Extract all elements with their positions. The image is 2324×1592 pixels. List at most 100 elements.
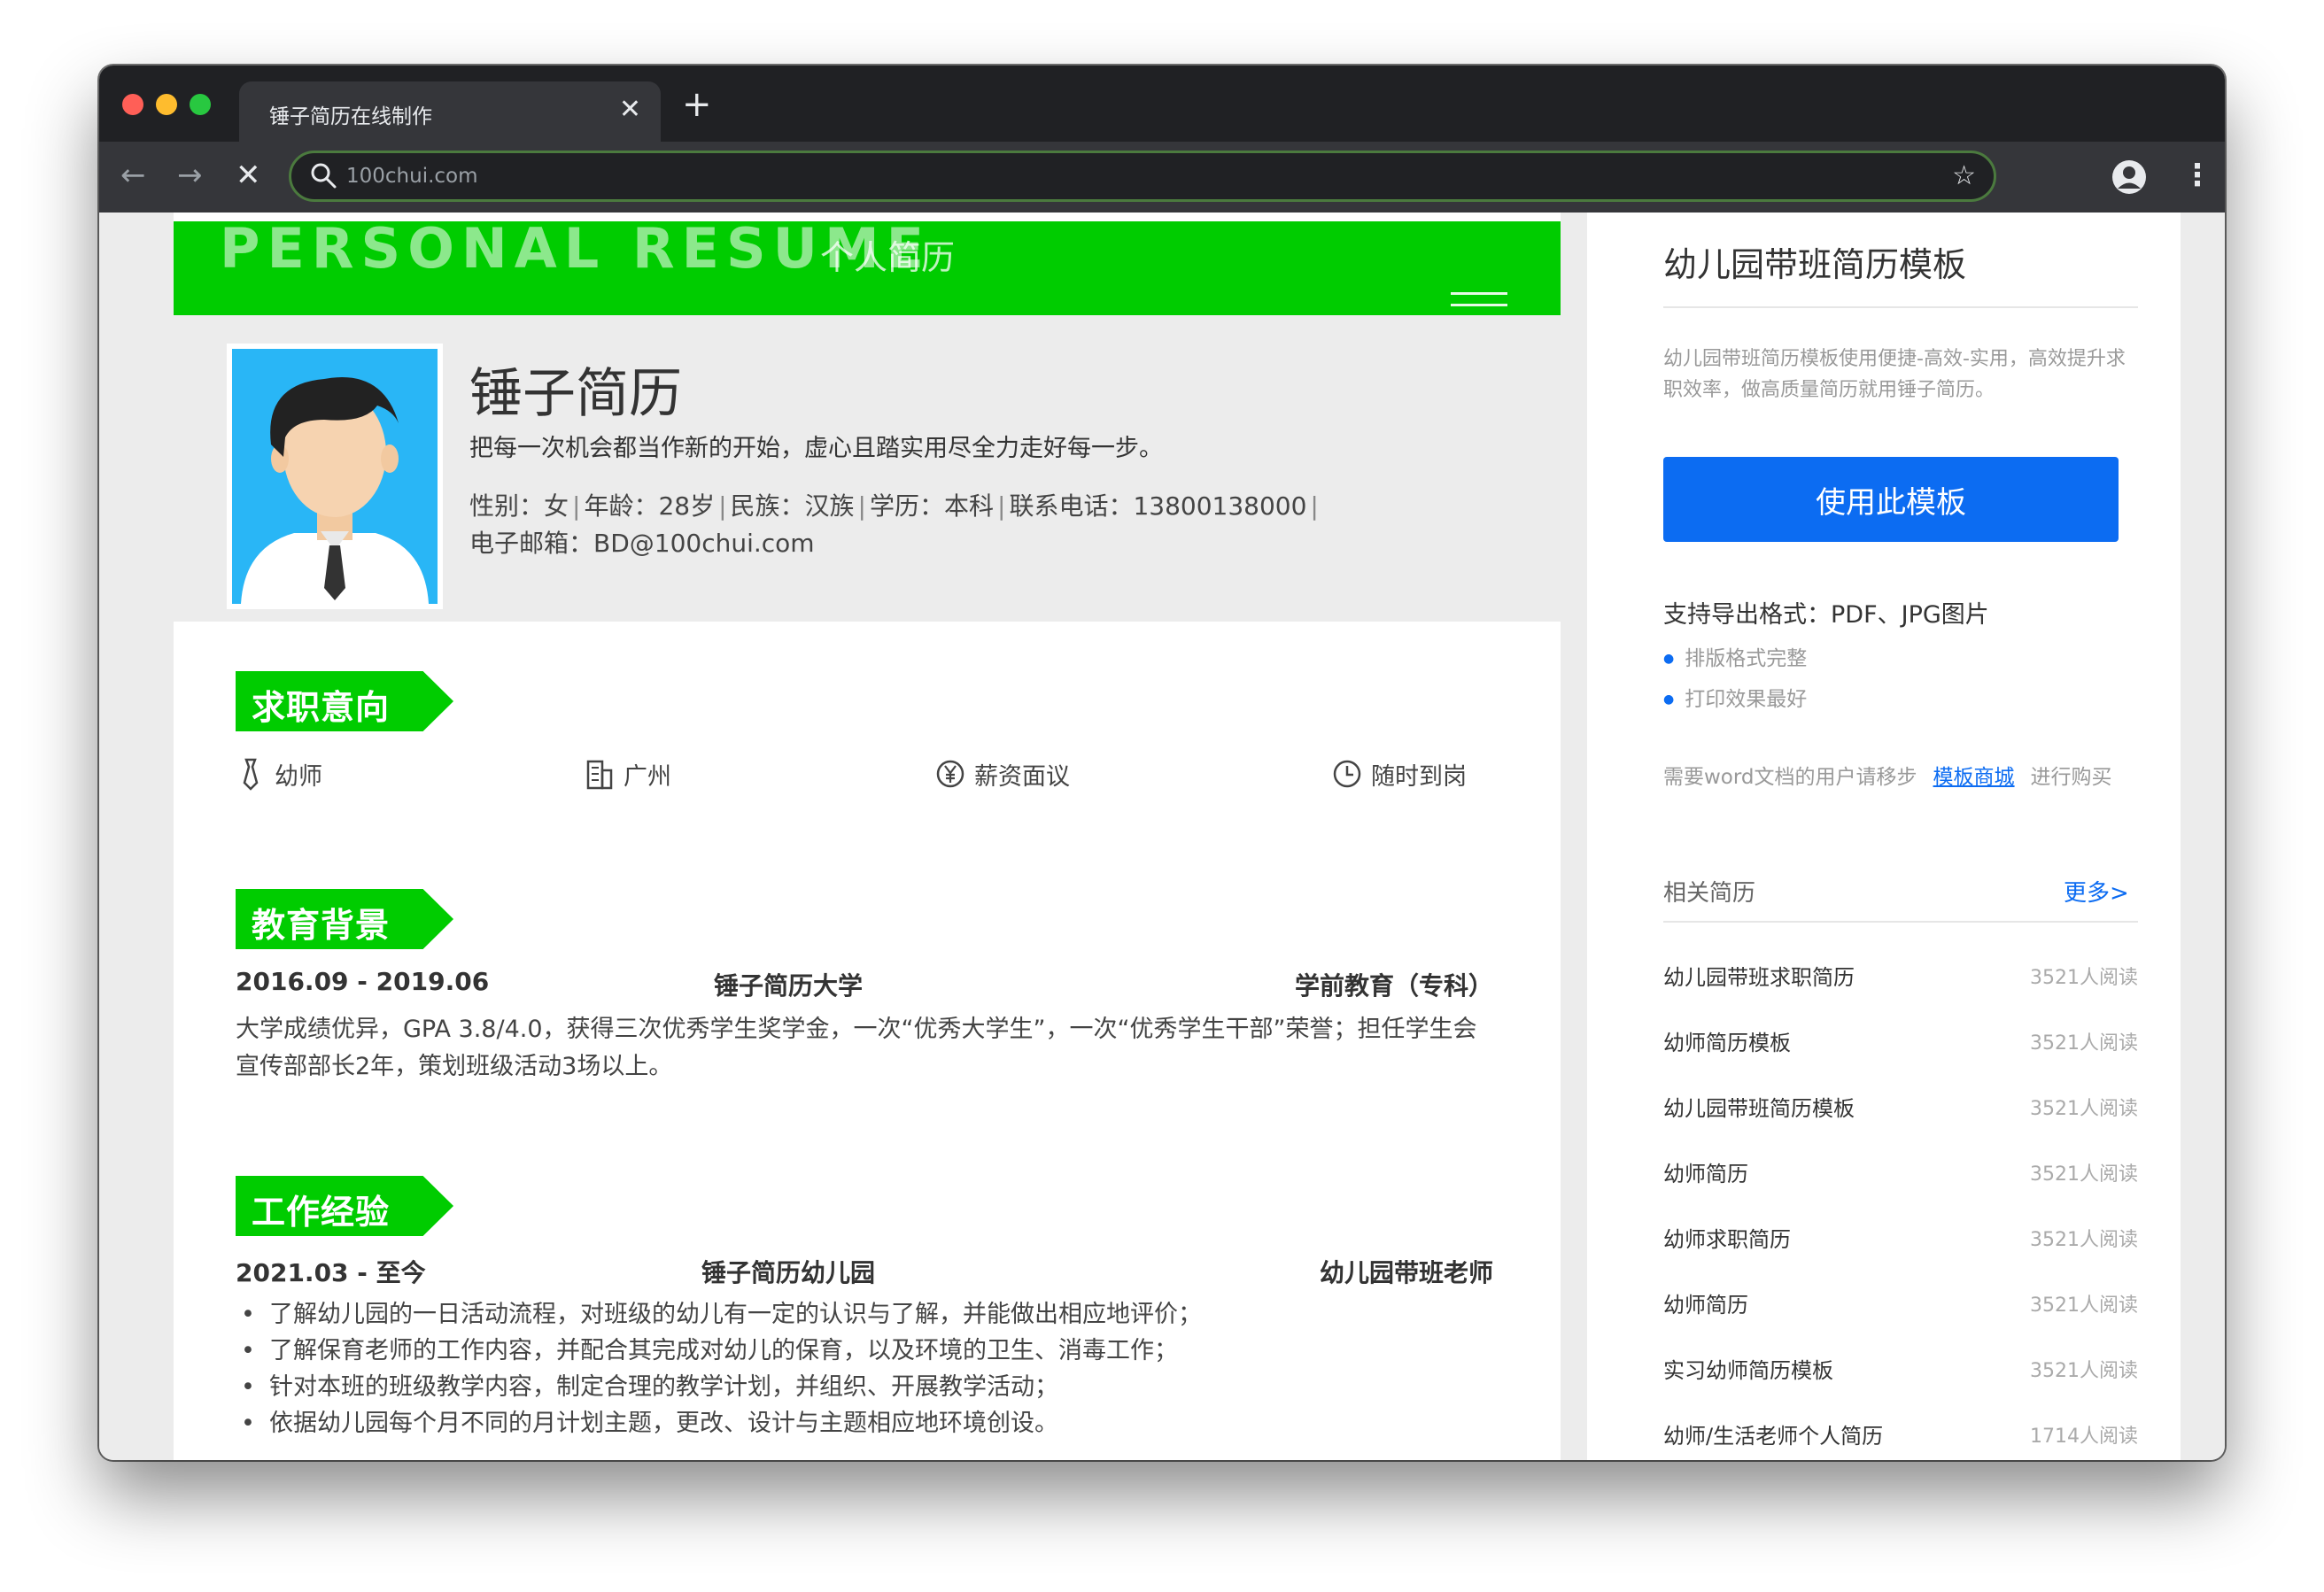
section-title-work: 工作经验 bbox=[252, 1193, 391, 1232]
related-resume-title[interactable]: 幼师简历模板 bbox=[1663, 1025, 1791, 1056]
personal-info-line: 性别：女 | 年龄：28岁 | 民族：汉族 | 学历：本科 | 联系电话：13800138000… bbox=[469, 491, 1319, 521]
profile-avatar-icon[interactable] bbox=[2111, 159, 2147, 195]
education-school: 锤子简历大学 bbox=[714, 971, 864, 1001]
section-header-work: 工作经验 bbox=[236, 1176, 453, 1236]
more-link[interactable]: 更多> bbox=[2064, 875, 2129, 908]
related-resume-title[interactable]: 幼儿园带班求职简历 bbox=[1663, 960, 1855, 991]
related-resume-title[interactable]: 幼儿园带班简历模板 bbox=[1663, 1091, 1855, 1122]
education-period: 2016.09 - 2019.06 bbox=[236, 967, 490, 996]
template-title: 幼儿园带班简历模板 bbox=[1663, 245, 1967, 284]
browser-tab[interactable]: 锤子简历在线制作 ✕ bbox=[239, 81, 661, 142]
page-viewport: PERSONAL RESUME 个人简历 锤子简历 把每一次机会都当作新的开始，… bbox=[99, 213, 2225, 1460]
related-resume-item[interactable]: 幼儿园带班求职简历 3521人阅读 bbox=[1663, 960, 2138, 1025]
feature-item: 打印效果最好 bbox=[1663, 682, 1807, 712]
work-duties-list: 了解幼儿园的一日活动流程，对班级的幼儿有一定的认识与了解，并能做出相应地评价； … bbox=[236, 1296, 1493, 1441]
banner-title-cn: 个人简历 bbox=[820, 238, 956, 277]
related-resume-item[interactable]: 幼师简历 3521人阅读 bbox=[1663, 1287, 2138, 1353]
read-count: 1714人阅读 bbox=[2030, 1426, 2138, 1448]
info-email: 电子邮箱：BD@100chui.com bbox=[469, 529, 815, 558]
education-description: 大学成绩优异，GPA 3.8/4.0，获得三次优秀学生奖学金，一次“优秀大学生”… bbox=[236, 1016, 1477, 1080]
intent-salary-label: 薪资面议 bbox=[974, 762, 1070, 791]
related-resume-item[interactable]: 幼师/生活老师个人简历 1714人阅读 bbox=[1663, 1418, 2138, 1460]
info-age: 年龄：28岁 bbox=[584, 491, 716, 521]
back-arrow-icon[interactable]: ← bbox=[120, 158, 146, 193]
info-education: 学历：本科 bbox=[869, 491, 994, 521]
person-avatar-icon bbox=[232, 349, 438, 604]
info-ethnicity: 民族：汉族 bbox=[730, 491, 855, 521]
work-duty-item: 针对本班的班级教学内容，制定合理的教学计划，并组织、开展教学活动； bbox=[236, 1369, 1493, 1405]
education-row: 2016.09 - 2019.06 锤子简历大学 学前教育（专科） bbox=[236, 967, 1493, 1002]
intent-availability: 随时到岗 bbox=[1332, 756, 1467, 792]
tab-bar: 锤子简历在线制作 ✕ + bbox=[99, 66, 2225, 142]
profile-section: 锤子简历 把每一次机会都当作新的开始，虚心且踏实用尽全力走好每一步。 性别：女 |… bbox=[174, 315, 1561, 622]
tab-title: 锤子简历在线制作 bbox=[269, 105, 432, 128]
close-window-button[interactable] bbox=[122, 94, 143, 115]
read-count: 3521人阅读 bbox=[2030, 1294, 2138, 1317]
read-count: 3521人阅读 bbox=[2030, 1360, 2138, 1382]
intent-availability-label: 随时到岗 bbox=[1371, 762, 1467, 791]
related-resumes-title: 相关简历 bbox=[1663, 880, 1756, 907]
browser-window: 锤子简历在线制作 ✕ + ← → ✕ 100chui.com ☆ ⋮ PERSO… bbox=[99, 66, 2225, 1460]
resume-banner: PERSONAL RESUME 个人简历 bbox=[174, 216, 1561, 315]
info-gender: 性别：女 bbox=[469, 491, 569, 521]
read-count: 3521人阅读 bbox=[2030, 1229, 2138, 1251]
word-notice: 需要word文档的用户请移步 模板商城 进行购买 bbox=[1663, 760, 2112, 790]
use-template-button[interactable]: 使用此模板 bbox=[1663, 457, 2119, 542]
building-icon bbox=[586, 760, 613, 790]
template-store-link[interactable]: 模板商城 bbox=[1933, 766, 2015, 789]
maximize-window-button[interactable] bbox=[190, 94, 211, 115]
job-intent-row: 幼师 广州 薪资面议 随时到岗 bbox=[236, 756, 1493, 795]
browser-toolbar: ← → ✕ 100chui.com ☆ ⋮ bbox=[99, 142, 2225, 213]
work-duty-item: 依据幼儿园每个月不同的月计划主题，更改、设计与主题相应地环境创设。 bbox=[236, 1405, 1493, 1441]
related-resume-item[interactable]: 幼儿园带班简历模板 3521人阅读 bbox=[1663, 1091, 2138, 1156]
resume-preview: PERSONAL RESUME 个人简历 锤子简历 把每一次机会都当作新的开始，… bbox=[174, 213, 1561, 1460]
related-resume-item[interactable]: 幼师简历模板 3521人阅读 bbox=[1663, 1025, 2138, 1091]
related-resume-title[interactable]: 幼师/生活老师个人简历 bbox=[1663, 1418, 1883, 1449]
info-phone: 联系电话：13800138000 bbox=[1009, 491, 1307, 521]
word-notice-suffix: 进行购买 bbox=[2030, 766, 2112, 789]
more-menu-icon[interactable]: ⋮ bbox=[2182, 158, 2212, 193]
work-duty-item: 了解幼儿园的一日活动流程，对班级的幼儿有一定的认识与了解，并能做出相应地评价； bbox=[236, 1296, 1493, 1333]
related-resume-item[interactable]: 幼师简历 3521人阅读 bbox=[1663, 1156, 2138, 1222]
feature-item: 排版格式完整 bbox=[1663, 641, 1807, 671]
candidate-name: 锤子简历 bbox=[469, 363, 682, 425]
work-row: 2021.03 - 至今 锤子简历幼儿园 幼儿园带班老师 bbox=[236, 1254, 1493, 1289]
candidate-motto: 把每一次机会都当作新的开始，虚心且踏实用尽全力走好每一步。 bbox=[469, 435, 1163, 462]
work-period: 2021.03 - 至今 bbox=[236, 1258, 426, 1287]
related-resumes-list: 幼儿园带班求职简历 3521人阅读 幼师简历模板 3521人阅读 幼儿园带班简历模板… bbox=[1663, 960, 2138, 1460]
new-tab-icon[interactable]: + bbox=[682, 85, 712, 124]
export-formats: 支持导出格式：PDF、JPG图片 bbox=[1663, 601, 1989, 629]
intent-position-label: 幼师 bbox=[275, 762, 322, 791]
work-duty-item: 了解保育老师的工作内容，并配合其完成对幼儿的保育，以及环境的卫生、消毒工作； bbox=[236, 1333, 1493, 1369]
related-resume-item[interactable]: 幼师求职简历 3521人阅读 bbox=[1663, 1222, 2138, 1287]
section-title-intent: 求职意向 bbox=[252, 688, 391, 727]
divider bbox=[1663, 921, 2138, 923]
divider bbox=[1663, 306, 2138, 308]
read-count: 3521人阅读 bbox=[2030, 1098, 2138, 1120]
address-bar[interactable]: 100chui.com ☆ bbox=[289, 151, 1996, 202]
hamburger-menu-icon bbox=[1451, 292, 1507, 310]
work-role: 幼儿园带班老师 bbox=[1319, 1258, 1493, 1287]
intent-position: 幼师 bbox=[236, 756, 322, 792]
related-resume-title[interactable]: 幼师简历 bbox=[1663, 1287, 1748, 1318]
work-company: 锤子简历幼儿园 bbox=[701, 1258, 876, 1287]
clock-icon bbox=[1333, 760, 1361, 788]
bookmark-star-icon[interactable]: ☆ bbox=[1952, 160, 1976, 192]
template-sidebar: 幼儿园带班简历模板 幼儿园带班简历模板使用便捷-高效-实用，高效提升求职效率，做… bbox=[1587, 213, 2181, 1460]
template-description: 幼儿园带班简历模板使用便捷-高效-实用，高效提升求职效率，做高质量简历就用锤子简… bbox=[1663, 348, 2126, 401]
related-resume-item[interactable]: 实习幼师简历模板 3521人阅读 bbox=[1663, 1353, 2138, 1418]
related-resume-title[interactable]: 幼师求职简历 bbox=[1663, 1222, 1791, 1253]
intent-city-label: 广州 bbox=[624, 762, 671, 791]
related-resume-title[interactable]: 实习幼师简历模板 bbox=[1663, 1353, 1833, 1384]
section-header-education: 教育背景 bbox=[236, 889, 453, 949]
read-count: 3521人阅读 bbox=[2030, 1032, 2138, 1055]
education-major: 学前教育（专科） bbox=[1294, 971, 1493, 1001]
stop-loading-icon[interactable]: ✕ bbox=[236, 158, 261, 193]
close-tab-icon[interactable]: ✕ bbox=[619, 94, 641, 126]
forward-arrow-icon[interactable]: → bbox=[177, 158, 203, 193]
url-text[interactable]: 100chui.com bbox=[346, 165, 478, 188]
word-notice-prefix: 需要word文档的用户请移步 bbox=[1663, 766, 1917, 789]
read-count: 3521人阅读 bbox=[2030, 967, 2138, 989]
related-resume-title[interactable]: 幼师简历 bbox=[1663, 1156, 1748, 1187]
minimize-window-button[interactable] bbox=[156, 94, 177, 115]
